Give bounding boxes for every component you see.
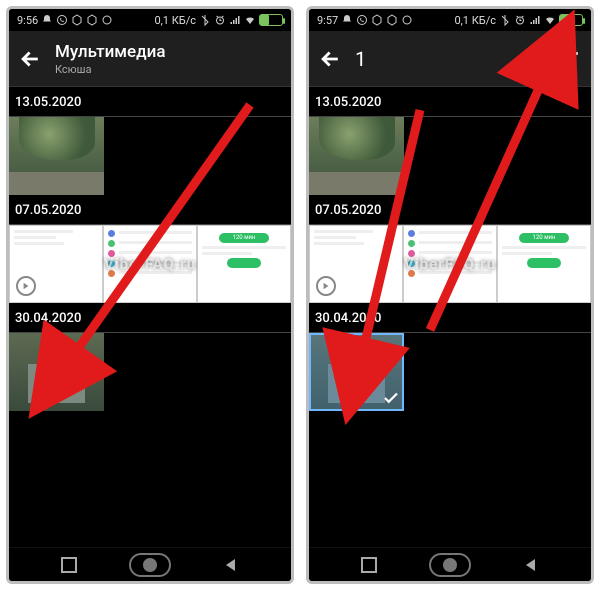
media-thumbnail[interactable]	[309, 225, 403, 303]
back-nav-button[interactable]	[217, 551, 245, 579]
signal-icon	[529, 14, 541, 26]
wifi-icon	[244, 14, 256, 26]
selection-count: 1	[355, 47, 366, 71]
media-thumbnail-video-selected[interactable]	[309, 333, 404, 411]
date-group-label: 30.04.2020	[9, 303, 291, 333]
header-subtitle: Ксюша	[55, 63, 166, 76]
whatsapp-icon	[56, 14, 68, 26]
play-icon	[40, 355, 74, 389]
hex-icon-2	[386, 14, 398, 26]
download-button[interactable]	[523, 48, 545, 70]
status-datarate: 0,1 КБ/с	[454, 14, 496, 27]
media-thumbnail[interactable]	[403, 225, 497, 303]
media-thumbnail[interactable]	[9, 225, 103, 303]
media-thumbnail[interactable]: 120 мин	[197, 225, 291, 303]
bell-icon	[41, 14, 53, 26]
back-button[interactable]	[319, 48, 341, 70]
hex-icon	[371, 14, 383, 26]
hex-icon-2	[86, 14, 98, 26]
alarm-icon	[514, 14, 526, 26]
battery-icon	[259, 14, 283, 26]
status-datarate: 0,1 КБ/с	[154, 14, 196, 27]
phone-left: 9:56 0,1 КБ/с Мультимедиа Ксюша 13.05.20…	[6, 6, 294, 584]
home-button[interactable]	[429, 553, 471, 577]
bluetooth-icon	[199, 14, 211, 26]
recents-button[interactable]	[55, 551, 83, 579]
wifi-icon	[544, 14, 556, 26]
date-group-label: 13.05.2020	[309, 87, 591, 117]
date-group-label: 07.05.2020	[309, 195, 591, 225]
date-group-label: 30.04.2020	[309, 303, 591, 333]
status-bar: 9:57 0,1 КБ/с	[309, 9, 591, 31]
nav-bar	[9, 547, 291, 581]
home-button[interactable]	[129, 553, 171, 577]
check-icon	[382, 389, 400, 407]
circle-icon	[401, 14, 413, 26]
recents-button[interactable]	[355, 551, 383, 579]
header-title: Мультимедиа	[55, 42, 166, 62]
media-thumbnail[interactable]	[9, 117, 104, 195]
phone-right: 9:57 0,1 КБ/с 1 13.05.2020	[306, 6, 594, 584]
media-list[interactable]: 13.05.2020 07.05.2020	[9, 87, 291, 547]
date-group-label: 13.05.2020	[9, 87, 291, 117]
media-list[interactable]: 13.05.2020 07.05.2020	[309, 87, 591, 547]
status-time: 9:57	[317, 14, 338, 27]
bell-icon	[341, 14, 353, 26]
alarm-icon	[214, 14, 226, 26]
hex-icon	[71, 14, 83, 26]
bluetooth-icon	[499, 14, 511, 26]
media-thumbnail-video[interactable]	[9, 333, 104, 411]
card-time: 120 мин	[219, 233, 269, 243]
header: Мультимедиа Ксюша	[9, 31, 291, 87]
media-thumbnail[interactable]	[103, 225, 197, 303]
back-nav-button[interactable]	[517, 551, 545, 579]
header-selection: 1	[309, 31, 591, 87]
circle-icon	[101, 14, 113, 26]
status-time: 9:56	[17, 14, 38, 27]
back-button[interactable]	[19, 48, 41, 70]
nav-bar	[309, 547, 591, 581]
signal-icon	[229, 14, 241, 26]
media-thumbnail[interactable]	[309, 117, 404, 195]
delete-button[interactable]	[559, 48, 581, 70]
date-group-label: 07.05.2020	[9, 195, 291, 225]
status-bar: 9:56 0,1 КБ/с	[9, 9, 291, 31]
whatsapp-icon	[356, 14, 368, 26]
media-thumbnail[interactable]: 120 мин	[497, 225, 591, 303]
card-time: 120 мин	[519, 233, 569, 243]
battery-icon	[559, 14, 583, 26]
